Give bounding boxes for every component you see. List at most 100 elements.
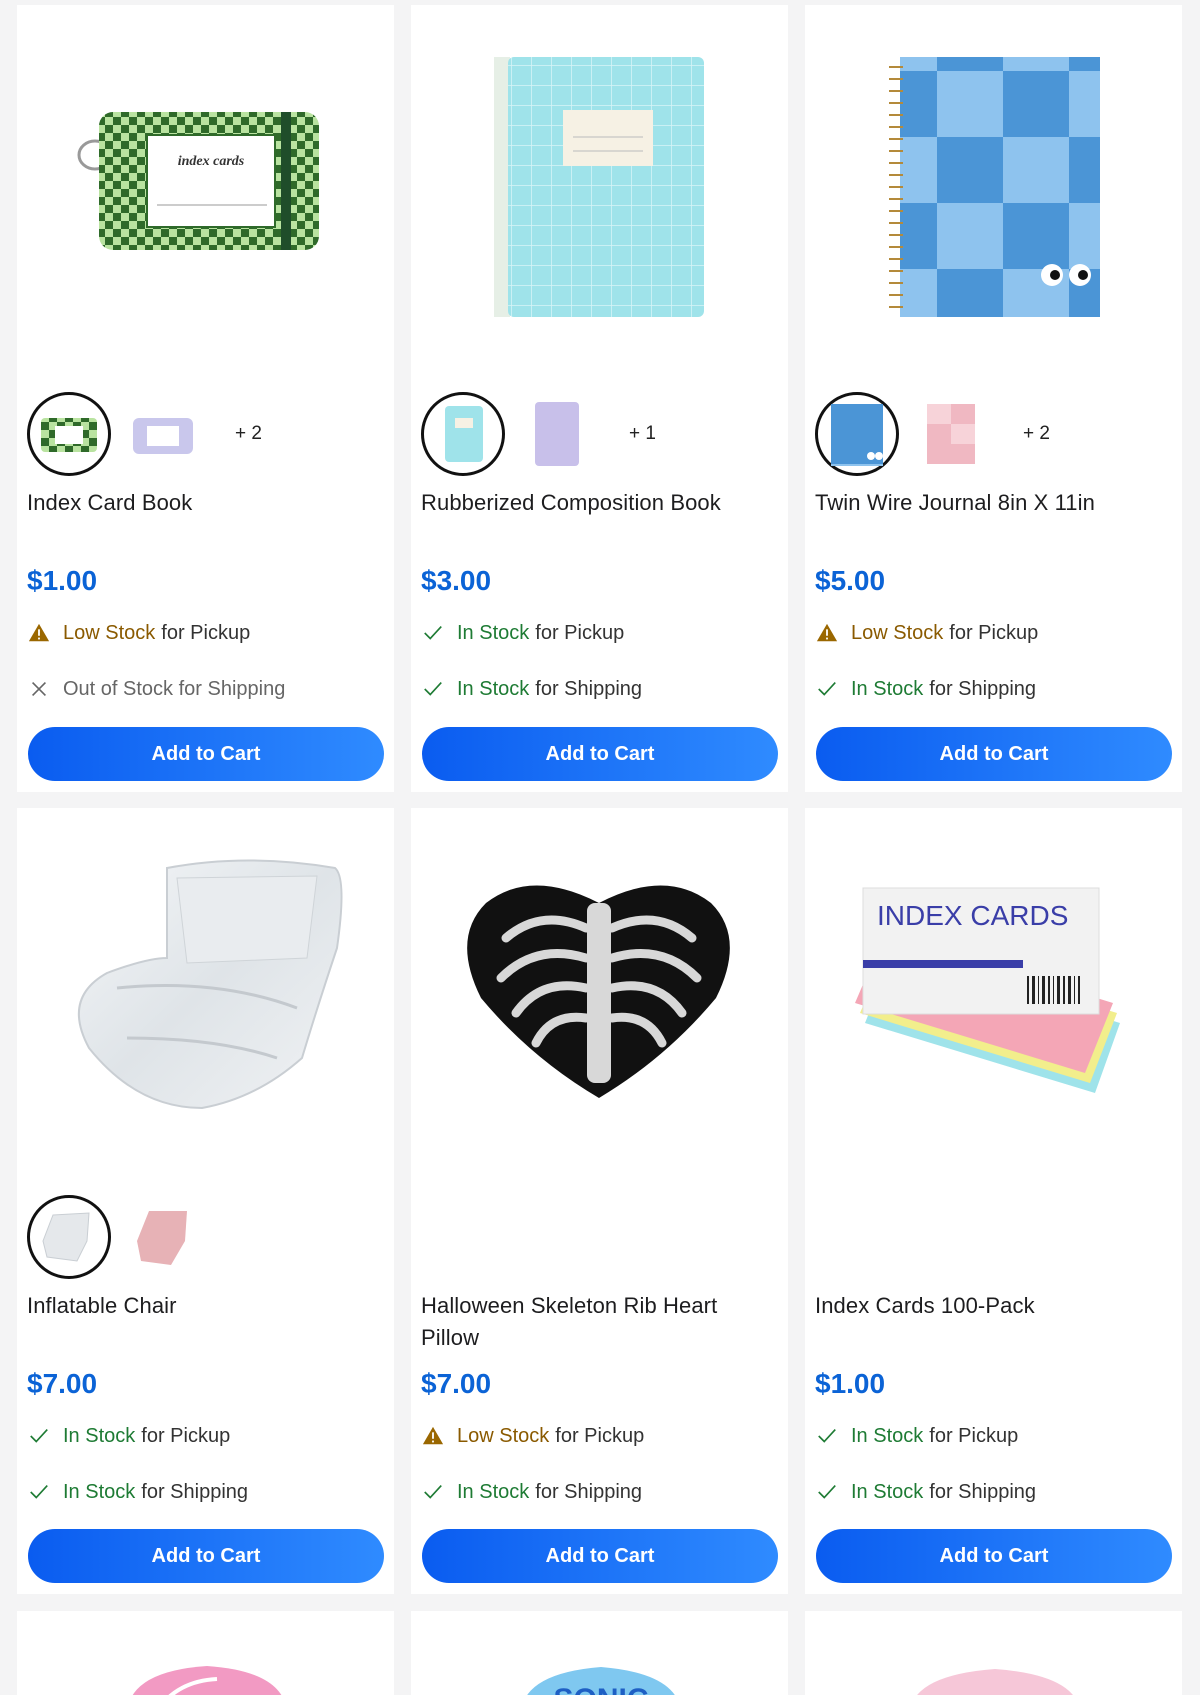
color-swatches: + 2	[27, 392, 262, 476]
shipping-status: Out of Stock for Shipping	[27, 677, 285, 701]
product-title[interactable]: Inflatable Chair	[27, 1290, 384, 1322]
shipping-status-label: In Stock	[851, 677, 924, 700]
check-icon	[27, 1480, 51, 1504]
swatch-option[interactable]	[121, 1195, 205, 1279]
add-to-cart-button[interactable]: Add to Cart	[816, 1529, 1172, 1583]
shipping-status-suffix: for Shipping	[141, 1480, 249, 1503]
pickup-status-label: In Stock	[457, 621, 530, 644]
check-icon	[421, 677, 445, 701]
image-label: index cards	[178, 154, 245, 169]
product-price: $3.00	[421, 565, 492, 596]
shipping-status-suffix: for Shipping	[929, 677, 1037, 700]
shipping-status: In Stock for Shipping	[27, 1480, 248, 1504]
pickup-status-suffix: for Pickup	[949, 621, 1039, 644]
pickup-status: In Stock for Pickup	[815, 1424, 1018, 1448]
product-image[interactable]: SONIC	[411, 1611, 788, 1695]
x-icon	[27, 677, 51, 701]
product-image[interactable]	[17, 808, 394, 1178]
warning-icon	[421, 1424, 445, 1448]
swatch-selected[interactable]	[815, 392, 899, 476]
shipping-status: In Stock for Shipping	[421, 1480, 642, 1504]
product-card[interactable]: + 1 Rubberized Composition Book $3.00 In…	[411, 5, 788, 792]
pickup-status: In Stock for Pickup	[27, 1424, 230, 1448]
product-card[interactable]: INDEX CARDS Index Cards 100-Pack $1.00 I…	[805, 808, 1182, 1594]
product-image[interactable]: index cards	[17, 5, 394, 375]
color-swatches: + 2	[815, 392, 1050, 476]
add-to-cart-button[interactable]: Add to Cart	[28, 1529, 384, 1583]
shipping-status-label: Out of Stock for Shipping	[63, 677, 286, 700]
pickup-status-label: In Stock	[851, 1424, 924, 1447]
pickup-status-label: In Stock	[63, 1424, 136, 1447]
pickup-status-label: Low Stock	[63, 621, 156, 644]
warning-icon	[815, 621, 839, 645]
product-card[interactable]: Inflatable Chair $7.00 In Stock for Pick…	[17, 808, 394, 1594]
product-card[interactable]: + 2 Twin Wire Journal 8in X 11in $5.00 L…	[805, 5, 1182, 792]
check-icon	[421, 1480, 445, 1504]
more-swatches-count[interactable]: + 2	[235, 423, 262, 445]
swatch-selected[interactable]	[27, 392, 111, 476]
product-title[interactable]: Twin Wire Journal 8in X 11in	[815, 487, 1172, 519]
check-icon	[421, 621, 445, 645]
product-price: $1.00	[815, 1368, 886, 1399]
product-title[interactable]: Index Cards 100-Pack	[815, 1290, 1172, 1322]
pickup-status: Low Stock for Pickup	[421, 1424, 644, 1448]
pickup-status-label: Low Stock	[457, 1424, 550, 1447]
add-to-cart-button[interactable]: Add to Cart	[422, 1529, 778, 1583]
product-image[interactable]	[411, 5, 788, 375]
pickup-status-suffix: for Pickup	[141, 1424, 231, 1447]
product-price: $1.00	[27, 565, 98, 596]
shipping-status: In Stock for Shipping	[421, 677, 642, 701]
shipping-status-label: In Stock	[851, 1480, 924, 1503]
more-swatches-count[interactable]: + 1	[629, 423, 656, 445]
shipping-status: In Stock for Shipping	[815, 1480, 1036, 1504]
pickup-status-suffix: for Pickup	[555, 1424, 645, 1447]
swatch-selected[interactable]	[421, 392, 505, 476]
more-swatches-count[interactable]: + 2	[1023, 423, 1050, 445]
product-title[interactable]: Halloween Skeleton Rib Heart Pillow	[421, 1290, 778, 1354]
image-label: SONIC	[553, 1683, 648, 1695]
check-icon	[815, 677, 839, 701]
product-image[interactable]	[805, 5, 1182, 375]
swatch-selected[interactable]	[27, 1195, 111, 1279]
product-card[interactable]: Halloween Skeleton Rib Heart Pillow $7.0…	[411, 808, 788, 1594]
pickup-status-suffix: for Pickup	[535, 621, 625, 644]
product-title[interactable]: Rubberized Composition Book	[421, 487, 778, 519]
pickup-status-suffix: for Pickup	[929, 1424, 1019, 1447]
check-icon	[815, 1480, 839, 1504]
shipping-status-label: In Stock	[63, 1480, 136, 1503]
product-card-partial[interactable]	[17, 1611, 394, 1695]
product-price: $7.00	[27, 1368, 98, 1399]
product-grid: index cards + 2 Index Card Book $1.00 Lo…	[0, 0, 1200, 1695]
product-image[interactable]	[805, 1611, 1182, 1695]
swatch-option[interactable]	[909, 392, 993, 476]
image-label: INDEX CARDS	[877, 900, 1068, 931]
pickup-status: Low Stock for Pickup	[27, 621, 250, 645]
product-image[interactable]	[17, 1611, 394, 1695]
shipping-status-suffix: for Shipping	[535, 1480, 643, 1503]
product-price: $5.00	[815, 565, 886, 596]
pickup-status-suffix: for Pickup	[161, 621, 251, 644]
product-card[interactable]: index cards + 2 Index Card Book $1.00 Lo…	[17, 5, 394, 792]
warning-icon	[27, 621, 51, 645]
product-price: $7.00	[421, 1368, 492, 1399]
add-to-cart-button[interactable]: Add to Cart	[816, 727, 1172, 781]
shipping-status: In Stock for Shipping	[815, 677, 1036, 701]
shipping-status-suffix: for Shipping	[929, 1480, 1037, 1503]
shipping-status-label: In Stock	[457, 677, 530, 700]
swatch-option[interactable]	[515, 392, 599, 476]
product-card-partial[interactable]: SONIC	[411, 1611, 788, 1695]
color-swatches: + 1	[421, 392, 656, 476]
swatch-option[interactable]	[121, 392, 205, 476]
pickup-status: In Stock for Pickup	[421, 621, 624, 645]
add-to-cart-button[interactable]: Add to Cart	[422, 727, 778, 781]
add-to-cart-button[interactable]: Add to Cart	[28, 727, 384, 781]
product-card-partial[interactable]	[805, 1611, 1182, 1695]
pickup-status: Low Stock for Pickup	[815, 621, 1038, 645]
color-swatches	[27, 1195, 215, 1279]
shipping-status-label: In Stock	[457, 1480, 530, 1503]
shipping-status-suffix: for Shipping	[535, 677, 643, 700]
product-image[interactable]: INDEX CARDS	[805, 808, 1182, 1178]
product-image[interactable]	[411, 808, 788, 1178]
check-icon	[27, 1424, 51, 1448]
product-title[interactable]: Index Card Book	[27, 487, 384, 519]
